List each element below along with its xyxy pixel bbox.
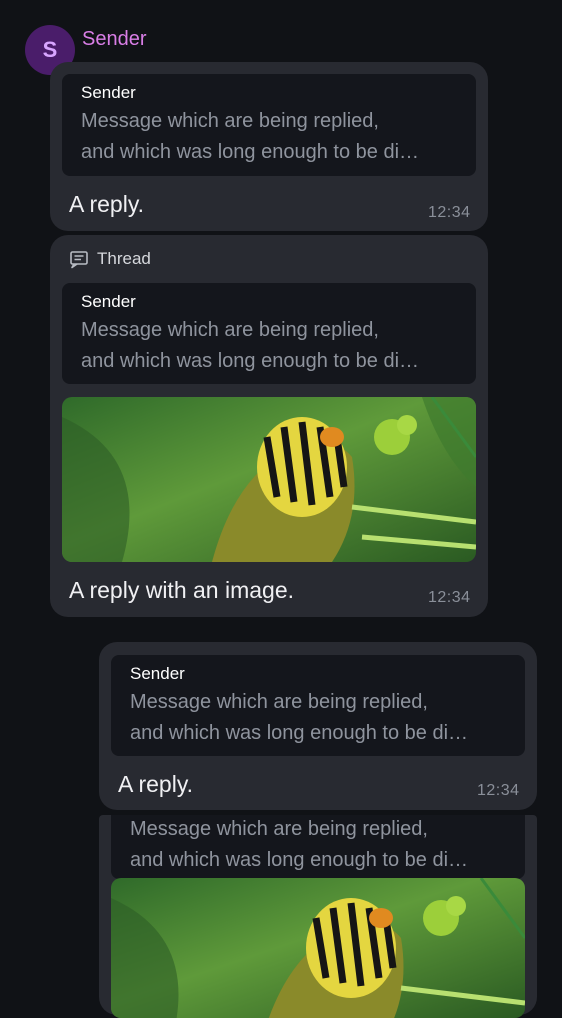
message-text: A reply.	[69, 191, 144, 217]
message-time: 12:34	[428, 204, 471, 221]
thread-indicator[interactable]: Thread	[69, 247, 151, 271]
message-image[interactable]	[111, 878, 525, 1018]
thread-label: Thread	[97, 249, 151, 268]
quote-text: Message which are being replied, and whi…	[130, 818, 469, 871]
quote-text: Message which are being replied, and whi…	[130, 691, 469, 744]
quote-sender: Sender	[81, 292, 136, 311]
reply-quote[interactable]: Sender Message which are being replied, …	[62, 283, 476, 384]
sender-name[interactable]: Sender	[82, 28, 147, 51]
message-bubble[interactable]: Message which are being replied, and whi…	[99, 815, 537, 1018]
quote-text: Message which are being replied, and whi…	[81, 319, 420, 372]
message-text: A reply.	[118, 771, 193, 797]
message-bubble[interactable]: Thread Sender Message which are being re…	[50, 235, 488, 617]
message-bubble[interactable]: Sender Message which are being replied, …	[50, 62, 488, 231]
quote-text: Message which are being replied, and whi…	[81, 110, 420, 163]
thread-icon	[69, 249, 89, 269]
reply-quote[interactable]: Message which are being replied, and whi…	[111, 815, 525, 879]
reply-quote[interactable]: Sender Message which are being replied, …	[62, 74, 476, 176]
message-time: 12:34	[477, 782, 520, 799]
quote-sender: Sender	[81, 83, 136, 102]
message-text: A reply with an image.	[69, 577, 295, 603]
message-time: 12:34	[428, 589, 471, 606]
message-bubble[interactable]: Sender Message which are being replied, …	[99, 642, 537, 810]
quote-sender: Sender	[130, 664, 185, 683]
message-image[interactable]	[62, 397, 476, 562]
reply-quote[interactable]: Sender Message which are being replied, …	[111, 655, 525, 756]
avatar-letter: S	[42, 37, 58, 62]
